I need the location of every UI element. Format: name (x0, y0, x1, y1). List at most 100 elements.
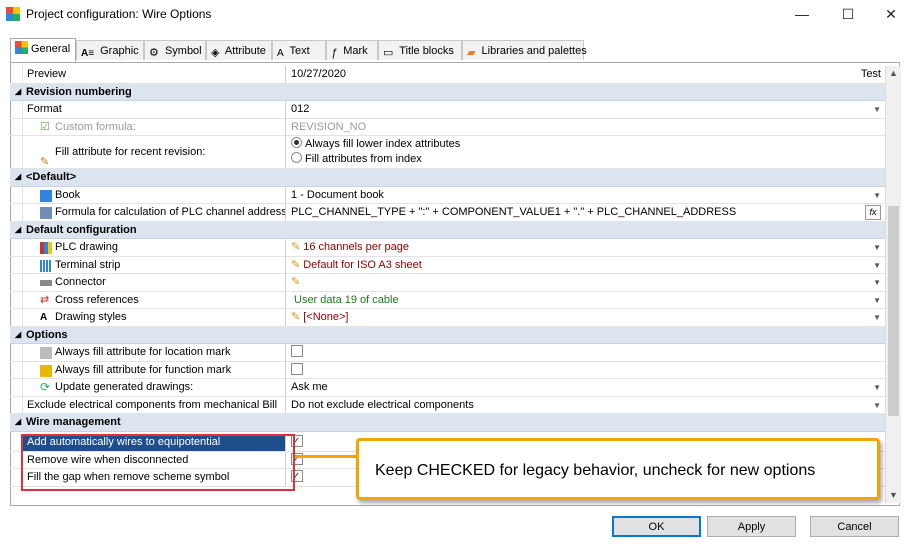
tab-text-label: Text (289, 45, 310, 57)
tab-attribute[interactable]: ◈ Attribute (206, 40, 272, 60)
close-button[interactable]: ✕ (876, 4, 906, 24)
cancel-button[interactable]: Cancel (810, 516, 899, 537)
chevron-down-icon[interactable]: ▼ (873, 101, 881, 118)
cross-references-select[interactable]: User data 19 of cable ▼ (287, 292, 885, 309)
tab-libraries[interactable]: ▰ Libraries and palettes (462, 40, 587, 60)
preview-extra: Test (860, 68, 881, 80)
location-mark-checkbox[interactable] (291, 345, 303, 357)
chevron-down-icon[interactable]: ▼ (873, 379, 881, 396)
row-cross-references[interactable]: ⇄ Cross references User data 19 of cable ▼ (10, 291, 885, 310)
tab-mark[interactable]: ƒ Mark (326, 40, 378, 60)
drawing-styles-select[interactable]: ✎ [<None>] ▼ (287, 309, 885, 326)
category-default-label: <Default> (26, 171, 77, 183)
update-drawings-select[interactable]: Ask me ▼ (287, 379, 885, 396)
custom-formula-label: ☑ Custom formula: (22, 118, 286, 136)
row-exclude-components[interactable]: Exclude electrical components from mecha… (10, 396, 885, 415)
tab-title-blocks[interactable]: ▭ Title blocks (378, 40, 462, 60)
row-plc-formula[interactable]: Formula for calculation of PLC channel a… (10, 204, 885, 222)
drawing-styles-label: A Drawing styles (22, 309, 286, 326)
maximize-button[interactable]: ☐ (833, 4, 863, 24)
chevron-down-icon[interactable]: ▼ (873, 187, 881, 204)
category-options-label: Options (26, 328, 68, 341)
ok-button[interactable]: OK (612, 516, 701, 537)
category-revision[interactable]: ◢ Revision numbering (10, 83, 885, 102)
plc-drawing-label: PLC drawing (22, 239, 286, 256)
book-label: Book (22, 186, 286, 204)
chevron-down-icon[interactable]: ▼ (873, 309, 881, 326)
tab-symbol[interactable]: ⚙ Symbol (144, 40, 206, 60)
text-icon: A (277, 48, 284, 59)
row-plc-drawing[interactable]: PLC drawing ✎ 16 channels per page ▼ (10, 239, 885, 257)
category-default[interactable]: ◢ <Default> (10, 169, 885, 187)
row-book[interactable]: Book 1 - Document book ▼ (10, 186, 885, 205)
tab-general[interactable]: General (10, 38, 76, 62)
pen-icon: ✎ (291, 241, 301, 253)
collapse-icon[interactable]: ◢ (15, 330, 21, 339)
format-select[interactable]: 012 ▼ (287, 101, 885, 118)
radio-always-fill[interactable]: Always fill lower index attributes (291, 137, 885, 152)
radio-off-icon[interactable] (291, 152, 302, 163)
tab-graphic[interactable]: A≡ Graphic (76, 40, 144, 60)
minimize-button[interactable]: — (787, 4, 817, 24)
plc-drawing-select[interactable]: ✎ 16 channels per page ▼ (287, 239, 885, 256)
cross-reference-icon: ⇄ (40, 293, 50, 306)
scroll-up-icon[interactable]: ▲ (886, 66, 901, 81)
chevron-down-icon[interactable]: ▼ (873, 397, 881, 414)
preview-label: Preview (22, 66, 286, 83)
chevron-down-icon[interactable]: ▼ (873, 239, 881, 256)
tab-symbol-label: Symbol (164, 45, 202, 57)
tab-bar: General A≡ Graphic ⚙ Symbol ◈ Attribute … (10, 38, 910, 62)
row-fill-revision[interactable]: ✎ Fill attribute for recent revision: Alw… (10, 136, 885, 169)
preview-value[interactable]: 10/27/2020 Test (287, 66, 885, 83)
scroll-down-icon[interactable]: ▼ (886, 488, 901, 503)
fill-revision-options[interactable]: Always fill lower index attributes Fill … (287, 136, 885, 168)
function-icon (40, 364, 52, 377)
vertical-scrollbar[interactable]: ▲ ▼ (885, 66, 901, 503)
category-default-configuration[interactable]: ◢ Default configuration (10, 221, 885, 240)
tab-attribute-label: Attribute (224, 45, 266, 57)
collapse-icon[interactable]: ◢ (15, 87, 21, 96)
apply-button[interactable]: Apply (707, 516, 796, 537)
tab-text[interactable]: A Text (272, 40, 326, 60)
row-connector[interactable]: Connector ✎ ▼ (10, 274, 885, 292)
function-mark-checkbox[interactable] (291, 362, 303, 375)
graphic-icon: A≡ (81, 48, 95, 59)
category-options[interactable]: ◢ Options (10, 326, 885, 345)
collapse-icon[interactable]: ◢ (15, 417, 21, 426)
exclude-components-select[interactable]: Do not exclude electrical components ▼ (287, 397, 885, 414)
terminal-strip-select[interactable]: ✎ Default for ISO A3 sheet ▼ (287, 257, 885, 274)
connector-select[interactable]: ✎ ▼ (287, 274, 885, 291)
scrollbar-thumb[interactable] (888, 206, 899, 416)
row-drawing-styles[interactable]: A Drawing styles ✎ [<None>] ▼ (10, 309, 885, 327)
tab-graphic-label: Graphic (100, 45, 139, 57)
title-bar: Project configuration: Wire Options — ☐ … (0, 0, 915, 30)
row-format[interactable]: Format 012 ▼ (10, 101, 885, 119)
location-mark-label: Always fill attribute for location mark (22, 344, 286, 361)
drawing-styles-icon: A (40, 312, 48, 323)
collapse-icon[interactable]: ◢ (15, 172, 21, 181)
general-icon (15, 41, 28, 54)
custom-formula-value: REVISION_NO (291, 120, 367, 133)
chevron-down-icon[interactable]: ▼ (873, 257, 881, 274)
row-function-mark[interactable]: Always fill attribute for function mark (10, 361, 885, 380)
row-terminal-strip[interactable]: Terminal strip ✎ Default for ISO A3 sheet… (10, 256, 885, 275)
chevron-down-icon[interactable]: ▼ (873, 274, 881, 291)
radio-on-icon[interactable] (291, 137, 302, 148)
function-mark-value[interactable] (287, 362, 885, 379)
formula-icon[interactable]: fx (865, 205, 881, 220)
row-preview[interactable]: Preview 10/27/2020 Test (10, 66, 885, 84)
tab-libraries-label: Libraries and palettes (481, 45, 587, 57)
attribute-icon: ◈ (211, 47, 220, 59)
row-location-mark[interactable]: Always fill attribute for location mark (10, 344, 885, 362)
plc-formula-value[interactable]: PLC_CHANNEL_TYPE + ":" + COMPONENT_VALUE… (287, 204, 885, 221)
collapse-icon[interactable]: ◢ (15, 225, 21, 234)
callout-box: Keep CHECKED for legacy behavior, unchec… (356, 438, 880, 500)
book-select[interactable]: 1 - Document book ▼ (287, 187, 885, 204)
category-wire-management[interactable]: ◢ Wire management (10, 414, 885, 432)
chevron-down-icon[interactable]: ▼ (873, 292, 881, 309)
tab-mark-label: Mark (343, 45, 368, 57)
row-update-drawings[interactable]: ⟳ Update generated drawings: Ask me ▼ (10, 379, 885, 397)
radio-fill-from-index[interactable]: Fill attributes from index (291, 152, 885, 167)
location-mark-value[interactable] (287, 344, 885, 361)
plc-drawing-icon (40, 242, 52, 254)
